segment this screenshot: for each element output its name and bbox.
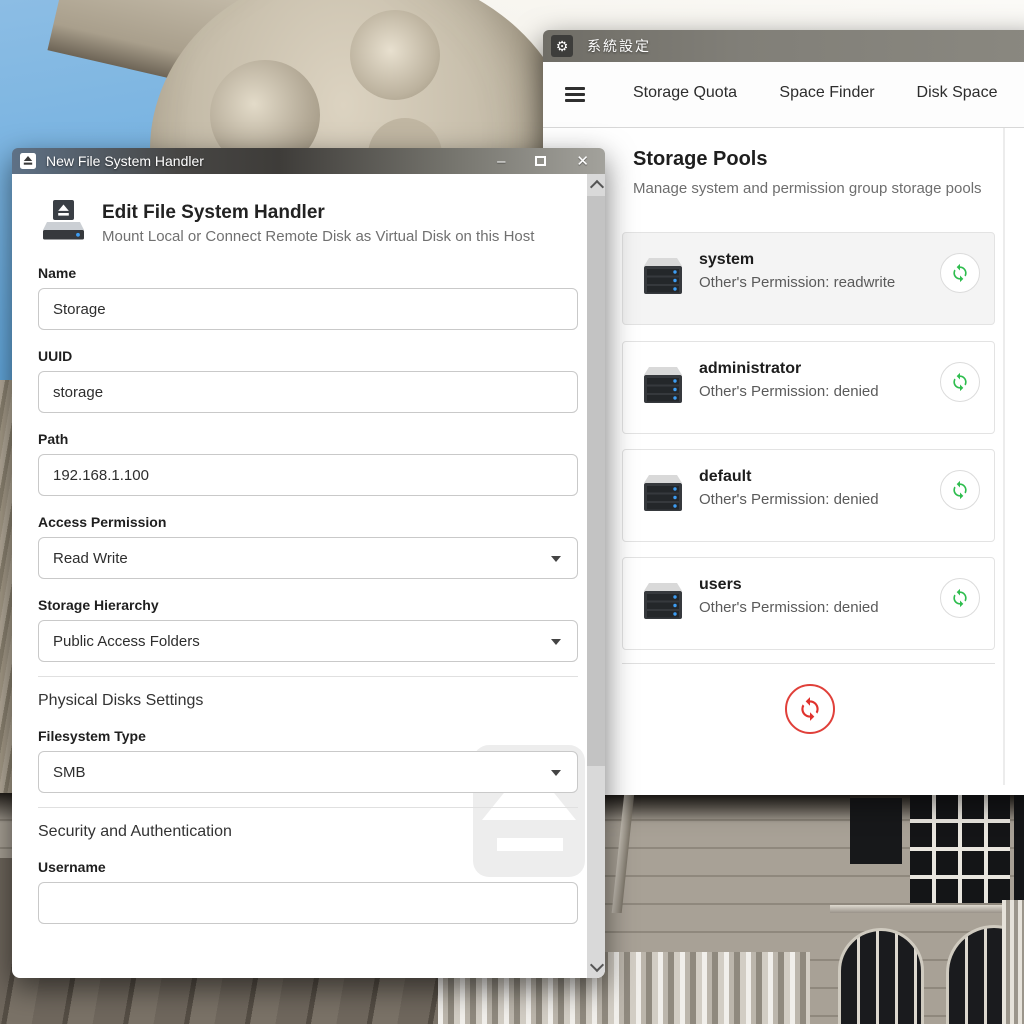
- pool-card-system[interactable]: system Other's Permission: readwrite: [622, 232, 995, 325]
- field-storage-hierarchy: Storage Hierarchy Public Access Folders: [38, 597, 570, 662]
- divider: [622, 663, 995, 664]
- refresh-pools-button[interactable]: [785, 684, 835, 734]
- uuid-input[interactable]: [38, 371, 578, 413]
- panel-scrollbar[interactable]: [1003, 128, 1005, 785]
- pool-permission: Other's Permission: denied: [699, 599, 879, 616]
- pool-refresh-button[interactable]: [940, 470, 980, 510]
- pool-name: default: [699, 468, 751, 486]
- section-security: Security and Authentication: [38, 823, 570, 841]
- scroll-down-icon[interactable]: [590, 958, 604, 972]
- settings-window-title: 系統設定: [587, 36, 651, 56]
- field-uuid: UUID: [38, 348, 570, 413]
- divider: [38, 676, 578, 677]
- field-username: Username: [38, 859, 570, 924]
- pool-card-users[interactable]: users Other's Permission: denied: [622, 557, 995, 650]
- desktop: ⚙ 系統設定 Storage Quota Space Finder Disk S…: [0, 0, 1024, 1024]
- tab-disk-space[interactable]: Disk Space: [917, 84, 998, 102]
- settings-tabbar: Storage Quota Space Finder Disk Space: [543, 62, 1024, 128]
- pool-refresh-button[interactable]: [940, 362, 980, 402]
- filesystem-type-select[interactable]: SMB: [38, 751, 578, 793]
- page-title: Storage Pools: [633, 148, 767, 171]
- background-window: [1014, 795, 1024, 903]
- page-subtitle: Manage system and permission group stora…: [633, 180, 982, 197]
- selected-value: Public Access Folders: [53, 633, 200, 650]
- pool-permission: Other's Permission: readwrite: [699, 274, 895, 291]
- field-label: UUID: [38, 348, 570, 364]
- access-permission-select[interactable]: Read Write: [38, 537, 578, 579]
- window-controls: – ✕: [497, 154, 605, 169]
- divider: [38, 807, 578, 808]
- field-label: Filesystem Type: [38, 728, 570, 744]
- removable-disk-icon: [38, 200, 86, 242]
- tab-storage-quota[interactable]: Storage Quota: [633, 84, 737, 102]
- field-path: Path: [38, 431, 570, 496]
- chevron-down-icon: [551, 556, 561, 562]
- field-label: Access Permission: [38, 514, 570, 530]
- settings-titlebar[interactable]: ⚙ 系統設定: [543, 30, 1024, 62]
- field-name: Name: [38, 265, 570, 330]
- field-access-permission: Access Permission Read Write: [38, 514, 570, 579]
- pool-name: users: [699, 576, 742, 594]
- pool-card-administrator[interactable]: administrator Other's Permission: denied: [622, 341, 995, 434]
- tab-space-finder[interactable]: Space Finder: [779, 84, 874, 102]
- nas-server-icon: [641, 366, 685, 406]
- name-input[interactable]: [38, 288, 578, 330]
- field-label: Username: [38, 859, 570, 875]
- sync-icon: [797, 696, 823, 722]
- nas-server-icon: [641, 474, 685, 514]
- gear-icon: ⚙: [551, 35, 573, 57]
- pool-refresh-button[interactable]: [940, 253, 980, 293]
- sync-icon: [950, 372, 970, 392]
- field-filesystem-type: Filesystem Type SMB: [38, 728, 570, 793]
- nas-server-icon: [641, 582, 685, 622]
- scroll-up-icon[interactable]: [590, 180, 604, 194]
- dialog-heading: Edit File System Handler: [102, 202, 534, 224]
- chevron-down-icon: [551, 639, 561, 645]
- dialog-titlebar[interactable]: New File System Handler – ✕: [12, 148, 605, 174]
- section-physical-disks: Physical Disks Settings: [38, 692, 570, 710]
- hamburger-menu-icon[interactable]: [565, 87, 585, 102]
- field-label: Storage Hierarchy: [38, 597, 570, 613]
- sync-icon: [950, 588, 970, 608]
- scrollbar-thumb[interactable]: [587, 196, 605, 766]
- close-button[interactable]: ✕: [576, 154, 589, 169]
- field-label: Name: [38, 265, 570, 281]
- selected-value: SMB: [53, 764, 86, 781]
- background-fluted-pilaster: [1002, 900, 1024, 1024]
- minimize-button[interactable]: –: [497, 154, 505, 169]
- pool-name: administrator: [699, 360, 801, 378]
- pool-refresh-button[interactable]: [940, 578, 980, 618]
- chevron-down-icon: [551, 770, 561, 776]
- pool-name: system: [699, 251, 754, 269]
- storage-hierarchy-select[interactable]: Public Access Folders: [38, 620, 578, 662]
- dialog-subheading: Mount Local or Connect Remote Disk as Vi…: [102, 228, 534, 245]
- maximize-button[interactable]: [535, 156, 546, 166]
- selected-value: Read Write: [53, 550, 128, 567]
- background-window-sill: [830, 905, 1024, 913]
- field-label: Path: [38, 431, 570, 447]
- dialog-header: Edit File System Handler Mount Local or …: [38, 200, 570, 245]
- dialog-scrollbar[interactable]: [587, 174, 605, 978]
- dialog-body: Edit File System Handler Mount Local or …: [12, 174, 605, 978]
- sync-icon: [950, 263, 970, 283]
- eject-disk-icon: [20, 153, 36, 169]
- settings-window: ⚙ 系統設定 Storage Quota Space Finder Disk S…: [543, 30, 1024, 795]
- pool-card-default[interactable]: default Other's Permission: denied: [622, 449, 995, 542]
- username-input[interactable]: [38, 882, 578, 924]
- path-input[interactable]: [38, 454, 578, 496]
- sync-icon: [950, 480, 970, 500]
- background-arched-window: [838, 928, 924, 1024]
- dialog-title: New File System Handler: [46, 153, 204, 169]
- storage-pools-panel: Storage Pools Manage system and permissi…: [543, 128, 1024, 795]
- file-system-handler-dialog: New File System Handler – ✕ Edit File Sy…: [12, 148, 605, 978]
- background-window: [850, 798, 902, 864]
- pool-permission: Other's Permission: denied: [699, 383, 879, 400]
- pool-permission: Other's Permission: denied: [699, 491, 879, 508]
- background-window: [910, 795, 1010, 903]
- nas-server-icon: [641, 257, 685, 297]
